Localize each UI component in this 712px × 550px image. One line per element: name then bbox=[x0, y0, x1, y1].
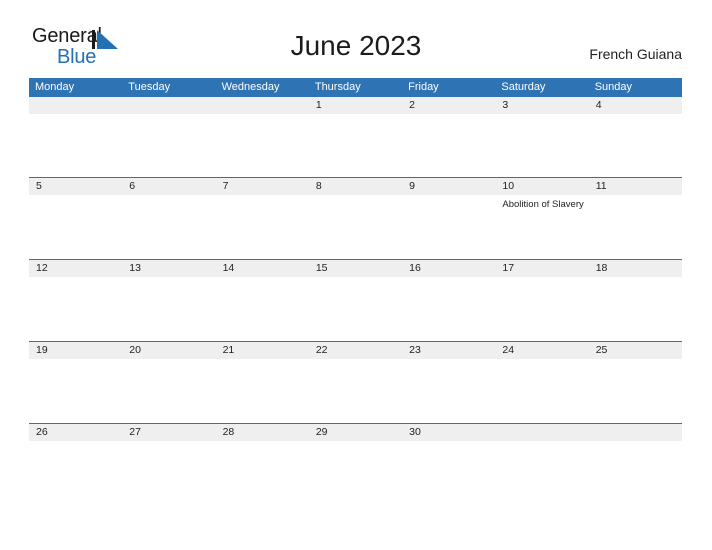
week-event-band bbox=[29, 441, 682, 487]
day-number[interactable]: 14 bbox=[216, 260, 309, 277]
region-label: French Guiana bbox=[589, 46, 682, 62]
weekday-header-cell: Friday bbox=[408, 81, 439, 93]
day-number[interactable]: 13 bbox=[122, 260, 215, 277]
day-number[interactable]: 1 bbox=[309, 97, 402, 114]
day-number[interactable]: 11 bbox=[589, 178, 682, 195]
calendar-week-row: 26 27 28 29 30 bbox=[29, 423, 682, 487]
day-number[interactable]: 29 bbox=[309, 424, 402, 441]
day-cell[interactable] bbox=[216, 277, 309, 341]
day-number[interactable]: 27 bbox=[122, 424, 215, 441]
day-cell[interactable] bbox=[495, 114, 588, 177]
calendar-week-row: 1234 bbox=[29, 97, 682, 177]
day-number[interactable]: 23 bbox=[402, 342, 495, 359]
day-cell[interactable] bbox=[402, 277, 495, 341]
week-date-band: 1234 bbox=[29, 97, 682, 114]
day-cell[interactable] bbox=[589, 277, 682, 341]
calendar-week-row: 5 6 7 8 9 10 11 Abolition of Slavery bbox=[29, 177, 682, 259]
day-cell[interactable] bbox=[309, 277, 402, 341]
day-number[interactable]: 15 bbox=[309, 260, 402, 277]
week-date-band: 5 6 7 8 9 10 11 bbox=[29, 178, 682, 195]
week-date-band: 19 20 21 22 23 24 25 bbox=[29, 342, 682, 359]
day-cell[interactable] bbox=[495, 359, 588, 423]
page-header: General Blue June 2023 French Guiana bbox=[0, 0, 712, 78]
day-cell[interactable] bbox=[495, 277, 588, 341]
day-number[interactable]: 30 bbox=[402, 424, 495, 441]
day-cell[interactable] bbox=[29, 441, 122, 487]
week-event-band bbox=[29, 359, 682, 423]
day-cell[interactable] bbox=[216, 114, 309, 177]
day-number[interactable]: 6 bbox=[122, 178, 215, 195]
day-number[interactable]: 18 bbox=[589, 260, 682, 277]
day-cell[interactable] bbox=[402, 195, 495, 259]
day-cell[interactable] bbox=[309, 441, 402, 487]
week-event-band bbox=[29, 277, 682, 341]
calendar-week-row: 19 20 21 22 23 24 25 bbox=[29, 341, 682, 423]
day-number[interactable]: 22 bbox=[309, 342, 402, 359]
day-number[interactable]: 12 bbox=[29, 260, 122, 277]
day-number[interactable]: 28 bbox=[216, 424, 309, 441]
day-cell[interactable] bbox=[495, 441, 588, 487]
day-number-empty bbox=[589, 424, 682, 441]
day-cell[interactable] bbox=[309, 359, 402, 423]
day-number[interactable]: 10 bbox=[495, 178, 588, 195]
day-cell[interactable] bbox=[122, 277, 215, 341]
weekday-header-cell: Saturday bbox=[501, 81, 546, 93]
calendar-weeks: 1 2 3 4 5 6 7 8 9 10 11 Abolition of Slavery 12 13 14 1… bbox=[29, 97, 682, 487]
week-event-band bbox=[29, 114, 682, 177]
day-number-empty bbox=[216, 97, 309, 114]
day-cell[interactable] bbox=[29, 114, 122, 177]
weekday-header-cell: Monday bbox=[35, 81, 75, 93]
day-number[interactable]: 24 bbox=[495, 342, 588, 359]
day-cell[interactable] bbox=[216, 441, 309, 487]
day-number[interactable]: 2 bbox=[402, 97, 495, 114]
day-number[interactable]: 25 bbox=[589, 342, 682, 359]
day-number[interactable]: 17 bbox=[495, 260, 588, 277]
day-cell[interactable] bbox=[589, 441, 682, 487]
day-number[interactable]: 20 bbox=[122, 342, 215, 359]
day-cell[interactable] bbox=[402, 359, 495, 423]
day-cell[interactable] bbox=[216, 359, 309, 423]
calendar-grid: Monday Tuesday Wednesday Thursday Friday Satu… bbox=[29, 78, 682, 487]
day-number-empty bbox=[29, 97, 122, 114]
day-number[interactable]: 3 bbox=[495, 97, 588, 114]
day-cell[interactable] bbox=[122, 441, 215, 487]
day-number-empty bbox=[122, 97, 215, 114]
day-cell[interactable]: Abolition of Slavery bbox=[495, 195, 588, 259]
day-number[interactable]: 16 bbox=[402, 260, 495, 277]
day-cell[interactable] bbox=[309, 114, 402, 177]
day-number[interactable]: 7 bbox=[216, 178, 309, 195]
weekday-header-cell: Thursday bbox=[314, 81, 361, 93]
weekday-header-cell: Tuesday bbox=[128, 81, 171, 93]
day-number[interactable]: 9 bbox=[402, 178, 495, 195]
day-cell[interactable] bbox=[122, 359, 215, 423]
weekday-header-cell: Wednesday bbox=[221, 81, 280, 93]
day-number-empty bbox=[495, 424, 588, 441]
week-event-band: Abolition of Slavery bbox=[29, 195, 682, 259]
day-cell[interactable] bbox=[402, 114, 495, 177]
day-cell[interactable] bbox=[122, 195, 215, 259]
day-cell[interactable] bbox=[122, 114, 215, 177]
day-number[interactable]: 5 bbox=[29, 178, 122, 195]
day-cell[interactable] bbox=[589, 359, 682, 423]
day-number[interactable]: 21 bbox=[216, 342, 309, 359]
day-cell[interactable] bbox=[29, 359, 122, 423]
day-cell[interactable] bbox=[402, 441, 495, 487]
weekday-header-cell: Sunday bbox=[594, 81, 632, 93]
day-number[interactable]: 4 bbox=[589, 97, 682, 114]
calendar-week-row: 12 13 14 15 16 17 18 bbox=[29, 259, 682, 341]
day-cell[interactable] bbox=[216, 195, 309, 259]
day-cell[interactable] bbox=[29, 277, 122, 341]
day-number[interactable]: 26 bbox=[29, 424, 122, 441]
week-date-band: 12 13 14 15 16 17 18 bbox=[29, 260, 682, 277]
week-date-band: 26 27 28 29 30 bbox=[29, 424, 682, 441]
day-number[interactable]: 8 bbox=[309, 178, 402, 195]
day-cell[interactable] bbox=[29, 195, 122, 259]
weekday-header-row: Monday Tuesday Wednesday Thursday Friday Satu… bbox=[29, 78, 682, 97]
day-number[interactable]: 19 bbox=[29, 342, 122, 359]
day-event-label: Abolition of Slavery bbox=[502, 199, 584, 210]
day-cell[interactable] bbox=[589, 114, 682, 177]
day-cell[interactable] bbox=[589, 195, 682, 259]
day-cell[interactable] bbox=[309, 195, 402, 259]
